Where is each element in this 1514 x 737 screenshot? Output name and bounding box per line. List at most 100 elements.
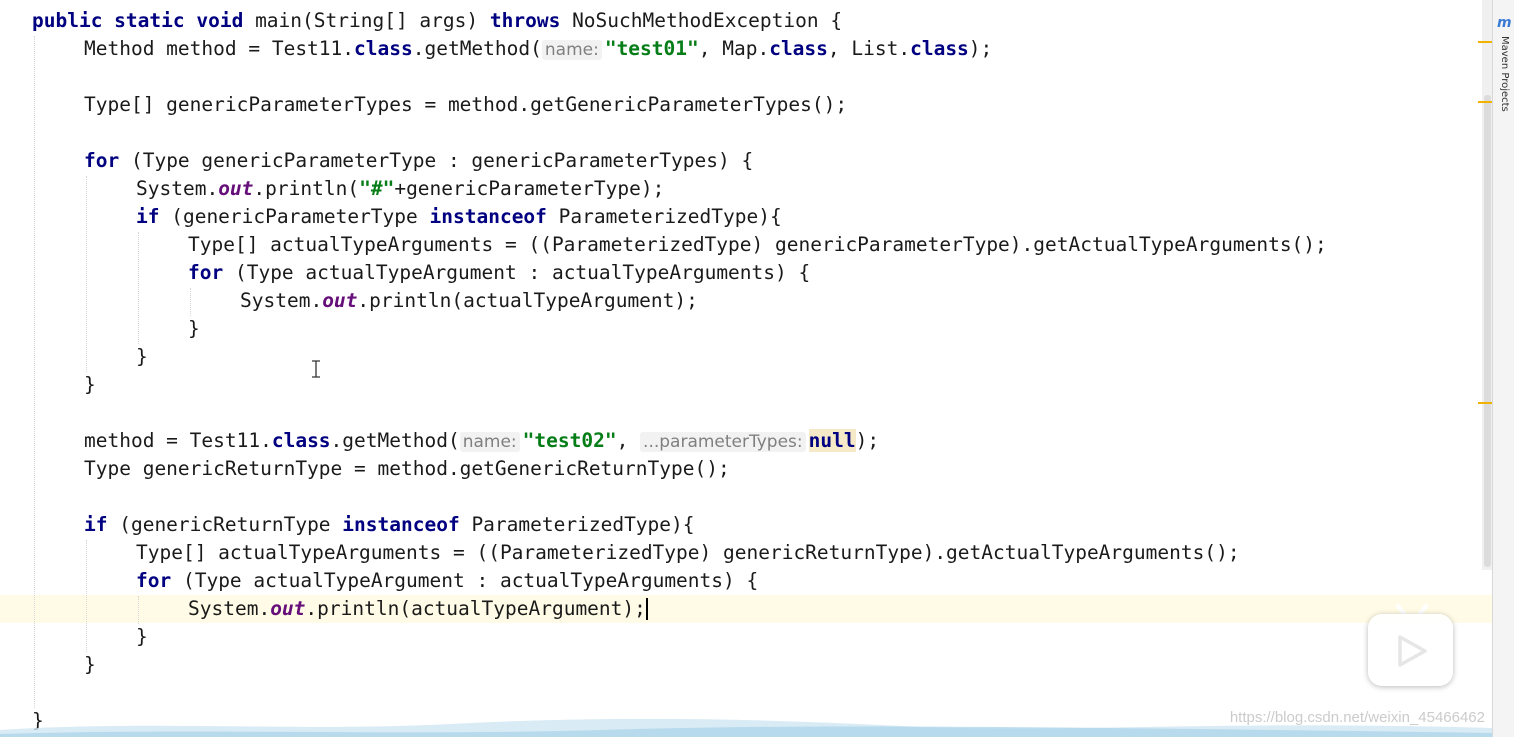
code-line[interactable]: System.out.println(actualTypeArgument); — [0, 287, 1493, 315]
code-line[interactable]: } — [0, 371, 1493, 399]
code-line[interactable]: for (Type genericParameterType : generic… — [0, 147, 1493, 175]
code-token: out — [322, 289, 358, 312]
code-token: method = Test11. — [84, 429, 272, 452]
code-token: throws — [489, 9, 561, 32]
code-token: } — [84, 373, 96, 396]
code-line[interactable]: } — [0, 315, 1493, 343]
code-line[interactable]: public static void main(String[] args) t… — [0, 7, 1493, 35]
code-token: if — [136, 205, 160, 228]
code-token: Type[] actualTypeArguments = ((Parameter… — [188, 233, 1327, 256]
code-token: .println( — [253, 177, 360, 200]
code-token: (Type genericParameterType : genericPara… — [119, 149, 754, 172]
code-line[interactable]: Method method = Test11.class.getMethod(n… — [0, 35, 1493, 63]
code-token: System. — [240, 289, 323, 312]
code-token: .println(actualTypeArgument); — [305, 597, 646, 620]
error-stripe-mark[interactable] — [1478, 101, 1492, 103]
code-token: for — [84, 149, 120, 172]
maven-projects-tab[interactable]: Maven Projects — [1496, 36, 1510, 112]
code-token: null — [808, 429, 856, 452]
parameter-hint: ...parameterTypes: — [640, 432, 806, 452]
code-line[interactable]: Type[] genericParameterTypes = method.ge… — [0, 91, 1493, 119]
code-token: .getMethod( — [330, 429, 460, 452]
code-token: class — [271, 429, 331, 452]
indent-guide — [138, 596, 139, 624]
code-token: Type genericReturnType = method.getGener… — [84, 457, 730, 480]
code-token: out — [218, 177, 254, 200]
indent-guide — [86, 176, 87, 372]
code-line[interactable] — [0, 63, 1493, 91]
code-line[interactable]: if (genericReturnType instanceof Paramet… — [0, 511, 1493, 539]
code-line[interactable]: Type[] actualTypeArguments = ((Parameter… — [0, 231, 1493, 259]
code-token: ); — [968, 37, 993, 60]
code-line[interactable]: method = Test11.class.getMethod(name: "te… — [0, 427, 1493, 455]
play-button[interactable] — [1368, 614, 1453, 686]
code-token: .getMethod( — [412, 37, 542, 60]
code-line[interactable]: for (Type actualTypeArgument : actualTyp… — [0, 259, 1493, 287]
error-stripe-mark[interactable] — [1478, 402, 1492, 404]
code-token: System. — [136, 177, 219, 200]
parameter-hint: name: — [459, 432, 520, 452]
maven-projects-panel[interactable]: m Maven Projects — [1492, 0, 1514, 737]
code-token: for — [136, 569, 172, 592]
code-token: "test01" — [604, 37, 699, 60]
code-token: class — [910, 37, 969, 60]
code-token: (Type actualTypeArgument : actualTypeArg… — [171, 569, 759, 592]
code-token: class — [769, 37, 828, 60]
code-token: "test02" — [522, 429, 617, 452]
code-line[interactable]: Type[] actualTypeArguments = ((Parameter… — [0, 539, 1493, 567]
code-token: ParameterizedType){ — [459, 513, 695, 536]
indent-guide — [86, 540, 87, 652]
code-token: "#" — [359, 177, 395, 200]
code-token: (genericParameterType — [159, 205, 430, 228]
code-line[interactable]: for (Type actualTypeArgument : actualTyp… — [0, 567, 1493, 595]
code-token: ParameterizedType){ — [546, 205, 782, 228]
code-token: public static void — [32, 9, 244, 32]
code-line[interactable] — [0, 119, 1493, 147]
code-token: ); — [855, 429, 880, 452]
code-token: (Type actualTypeArgument : actualTypeArg… — [223, 261, 811, 284]
code-line[interactable] — [0, 399, 1493, 427]
code-token: } — [136, 625, 148, 648]
code-editor[interactable]: public static void main(String[] args) t… — [0, 0, 1493, 737]
code-token: } — [84, 653, 96, 676]
code-line[interactable]: System.out.println(actualTypeArgument); — [0, 595, 1493, 623]
code-token: .println(actualTypeArgument); — [357, 289, 698, 312]
code-lines[interactable]: public static void main(String[] args) t… — [0, 7, 1493, 735]
code-line[interactable]: } — [0, 651, 1493, 679]
code-line[interactable] — [0, 679, 1493, 707]
parameter-hint: name: — [541, 40, 602, 60]
code-token: , Map. — [698, 37, 770, 60]
code-line[interactable] — [0, 483, 1493, 511]
maven-icon[interactable]: m — [1497, 16, 1512, 30]
code-token: class — [354, 37, 413, 60]
text-caret — [645, 598, 648, 620]
text-cursor-icon — [312, 360, 320, 378]
code-token: System. — [188, 597, 271, 620]
scrollbar-thumb[interactable] — [1484, 95, 1491, 567]
code-line[interactable]: System.out.println("#"+genericParameterT… — [0, 175, 1493, 203]
watermark: https://blog.csdn.net/weixin_45466462 — [1229, 709, 1485, 726]
code-token: (genericReturnType — [107, 513, 343, 536]
error-stripe-mark[interactable] — [1478, 41, 1492, 43]
indent-guide — [138, 232, 139, 344]
code-token: NoSuchMethodException { — [560, 9, 843, 32]
code-token: main(String[] args) — [243, 9, 490, 32]
code-line[interactable]: } — [0, 343, 1493, 371]
code-token: instanceof — [342, 513, 460, 536]
code-token: } — [188, 317, 200, 340]
code-token: Type[] genericParameterTypes = method.ge… — [84, 93, 848, 116]
code-token: Type[] actualTypeArguments = ((Parameter… — [136, 541, 1240, 564]
code-token: , List. — [827, 37, 911, 60]
code-token: +genericParameterType); — [394, 177, 665, 200]
code-line[interactable]: Type genericReturnType = method.getGener… — [0, 455, 1493, 483]
code-token: instanceof — [429, 205, 547, 228]
code-line[interactable]: if (genericParameterType instanceof Para… — [0, 203, 1493, 231]
code-token: Method method = Test11. — [84, 37, 355, 60]
indent-guide — [34, 36, 35, 708]
play-icon — [1398, 635, 1427, 667]
indent-guide — [190, 288, 191, 316]
code-token: , — [616, 429, 641, 452]
code-line[interactable]: } — [0, 623, 1493, 651]
code-token: if — [84, 513, 108, 536]
code-token: } — [136, 345, 148, 368]
